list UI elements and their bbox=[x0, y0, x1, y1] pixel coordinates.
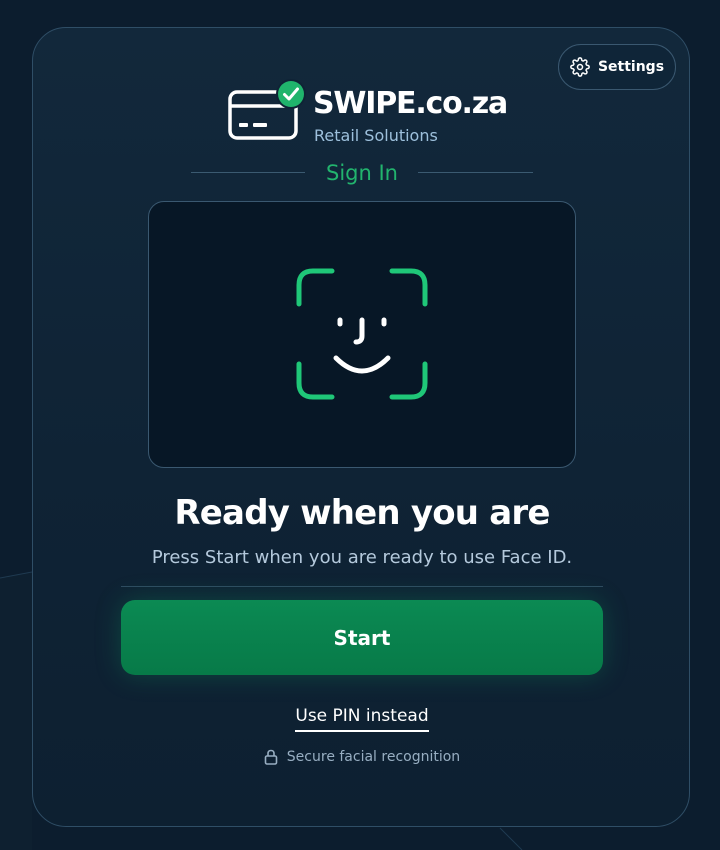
title-divider-right bbox=[418, 172, 533, 173]
content-divider bbox=[121, 586, 603, 587]
status-description: Press Start when you are ready to use Fa… bbox=[151, 547, 573, 568]
gear-icon bbox=[570, 57, 590, 77]
security-note-label: Secure facial recognition bbox=[286, 749, 461, 765]
start-button[interactable]: Start bbox=[121, 600, 603, 675]
lock-icon bbox=[264, 749, 278, 765]
use-pin-link[interactable]: Use PIN instead bbox=[262, 704, 462, 732]
credit-card-check-icon bbox=[228, 79, 306, 140]
settings-label: Settings bbox=[597, 59, 665, 75]
start-button-label: Start bbox=[333, 625, 391, 650]
security-note: Secure facial recognition bbox=[200, 749, 524, 765]
section-title: Sign In bbox=[326, 161, 398, 185]
brand-tagline: Retail Solutions bbox=[314, 126, 438, 145]
face-id-icon bbox=[296, 268, 428, 400]
title-divider-left bbox=[191, 172, 305, 173]
brand-name: SWIPE.co.za bbox=[313, 86, 508, 121]
settings-button[interactable]: Settings bbox=[558, 44, 676, 90]
status-headline: Ready when you are bbox=[174, 493, 550, 533]
use-pin-label: Use PIN instead bbox=[295, 704, 429, 732]
